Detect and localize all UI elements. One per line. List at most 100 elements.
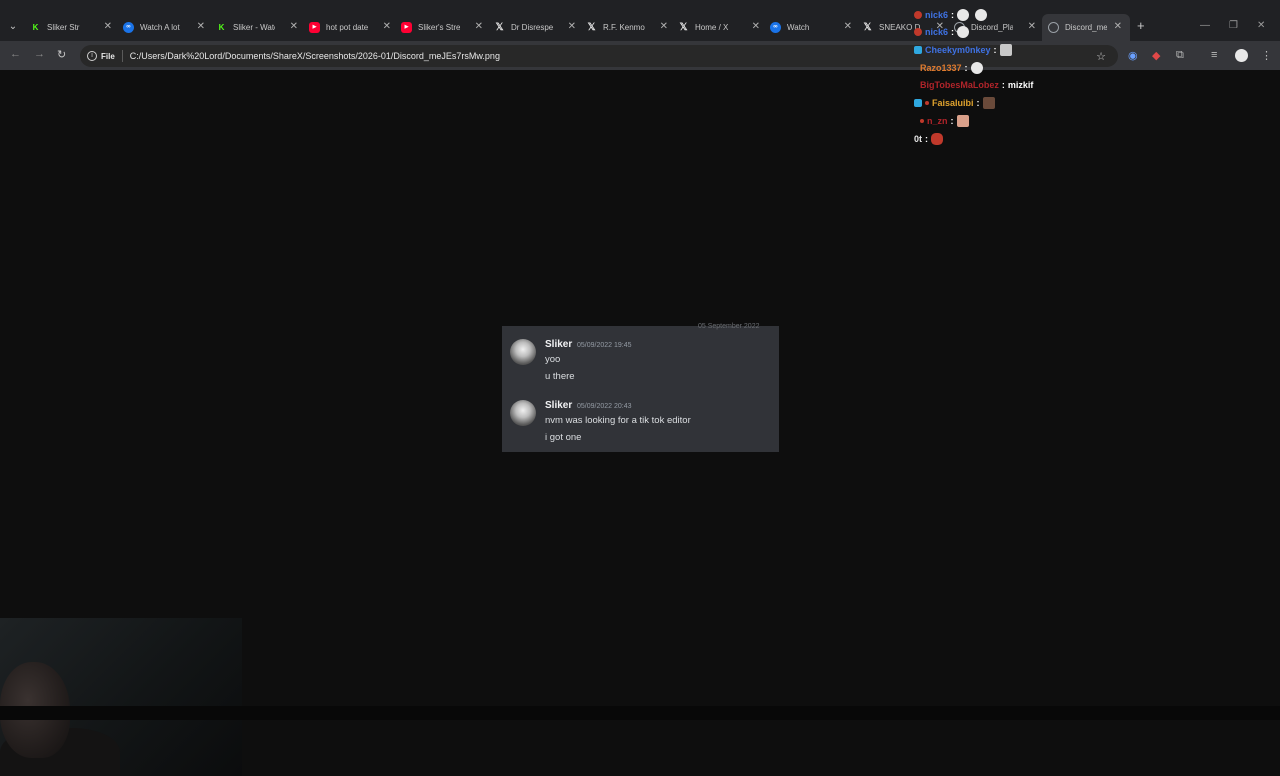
close-icon[interactable]: ✕ [844, 21, 852, 32]
close-icon[interactable]: ✕ [1028, 21, 1036, 32]
kick-icon: K [218, 22, 225, 32]
close-icon[interactable]: ✕ [104, 21, 112, 32]
tab-label: Watch [787, 22, 810, 32]
emote-icon [957, 26, 970, 38]
bottom-edge [0, 706, 1280, 720]
timestamp: 05/09/2022 20:43 [577, 403, 632, 410]
avatar [510, 400, 536, 426]
emote-icon [956, 115, 969, 127]
tab-6[interactable]: 𝕏 Dr Disrespec ✕ [494, 16, 576, 38]
puzzle-icon[interactable]: ⧉ [1176, 49, 1184, 62]
chat-username: BigTobesMaLobez [920, 80, 999, 90]
chat-colon: : [993, 45, 997, 55]
badge-icon [914, 46, 922, 54]
message-line: nvm was looking for a tik tok editor [545, 415, 691, 426]
avatar [510, 339, 536, 365]
x-icon: 𝕏 [679, 21, 688, 33]
youtube-icon: ▶ [309, 21, 320, 33]
new-tab-button[interactable]: + [1137, 18, 1145, 33]
media-controls-icon[interactable]: ≡ [1211, 49, 1217, 61]
back-arrow-icon[interactable]: ← [10, 48, 21, 60]
chat-colon: : [964, 63, 968, 73]
tab-label: Discord_Play [971, 22, 1013, 32]
tab-label: R.F. Kenmon [603, 22, 645, 32]
chat-username: n_zn [927, 116, 948, 126]
emote-icon [957, 9, 970, 21]
chat-message: BigTobesMaLobez : mizkif [914, 80, 1033, 90]
menu-icon[interactable]: ⋮ [1261, 49, 1272, 62]
badge-icon [914, 11, 922, 19]
chat-colon: : [951, 10, 955, 20]
chat-username: Razo1337 [920, 63, 962, 73]
chat-message: nick6 : [914, 26, 970, 38]
bookmark-star-icon[interactable]: ☆ [1096, 50, 1106, 63]
globe-icon: ∞ [123, 21, 134, 33]
forward-arrow-icon[interactable]: → [34, 48, 45, 60]
badge-icon [914, 99, 922, 107]
close-icon[interactable]: ✕ [568, 21, 576, 32]
url-text[interactable]: C:/Users/Dark%20Lord/Documents/ShareX/Sc… [130, 51, 500, 61]
close-icon[interactable]: ✕ [475, 21, 483, 32]
close-icon[interactable]: ✕ [383, 21, 391, 32]
globe-icon [1048, 22, 1059, 33]
extension-icon[interactable]: ◉ [1128, 49, 1138, 62]
date-divider: 05 September 2022 [698, 323, 760, 330]
chat-message: Razo1337 : [914, 62, 983, 74]
maximize-icon[interactable]: ❐ [1229, 20, 1238, 31]
scheme-label: File [101, 51, 115, 61]
tab-8[interactable]: 𝕏 Home / X ✕ [678, 16, 760, 38]
webcam-overlay [0, 618, 242, 776]
tab-9[interactable]: ∞ Watch ✕ [770, 16, 852, 38]
profile-avatar[interactable] [1235, 49, 1248, 62]
chat-colon: : [951, 27, 955, 37]
tab-5[interactable]: ▶ Sliker's Strea ✕ [401, 16, 483, 38]
chat-colon: : [976, 98, 980, 108]
tab-strip: ⌄ K Sliker Str ✕ ∞ Watch A lot ✕ K Slike… [0, 0, 1280, 41]
tab-label: Dr Disrespec [511, 22, 553, 32]
tab-1[interactable]: K Sliker Str ✕ [30, 16, 112, 38]
chat-colon: : [950, 116, 954, 126]
tab-label: Watch A lot [140, 22, 180, 32]
tab-4[interactable]: ▶ hot pot date ✕ [309, 16, 391, 38]
chat-message: Cheekym0nkey : [914, 44, 1012, 56]
reload-icon[interactable]: ↻ [57, 48, 66, 61]
close-icon[interactable]: ✕ [1114, 21, 1122, 32]
browser-toolbar: ← → ↻ i File C:/Users/Dark%20Lord/Docume… [0, 41, 1280, 70]
close-icon[interactable]: ✕ [660, 21, 668, 32]
tab-3[interactable]: K Sliker - Watc ✕ [216, 16, 298, 38]
tab-7[interactable]: 𝕏 R.F. Kenmon ✕ [586, 16, 668, 38]
tab-label: Sliker - Watc [233, 22, 275, 32]
chat-username: nick6 [925, 27, 949, 37]
tab-label: Discord_me [1065, 23, 1107, 32]
chat-text: mizkif [1007, 80, 1034, 90]
close-icon[interactable]: ✕ [197, 21, 205, 32]
chat-message: 0t : [914, 133, 944, 145]
x-icon: 𝕏 [587, 21, 596, 33]
tab-search-chevron-icon[interactable]: ⌄ [4, 18, 22, 36]
badge-icon [925, 101, 929, 105]
author-name: Sliker [545, 400, 573, 411]
message-line: u there [545, 371, 575, 382]
minimize-icon[interactable]: — [1200, 20, 1210, 31]
chat-message: nick6 : [914, 9, 988, 21]
chat-username: Cheekym0nkey [925, 45, 991, 55]
tab-label: Home / X [695, 22, 729, 32]
info-icon[interactable]: i [87, 51, 97, 61]
extension-icon[interactable]: ◆ [1152, 49, 1160, 62]
close-icon[interactable]: ✕ [290, 21, 298, 32]
emote-icon [975, 9, 988, 21]
emote-icon [982, 97, 995, 109]
x-icon: 𝕏 [863, 21, 872, 33]
timestamp: 05/09/2022 19:45 [577, 342, 632, 349]
chat-username: nick6 [925, 10, 949, 20]
tab-12-active[interactable]: Discord_me ✕ [1042, 14, 1130, 41]
close-window-icon[interactable]: ✕ [1257, 20, 1265, 31]
close-icon[interactable]: ✕ [752, 21, 760, 32]
emote-icon [931, 133, 944, 145]
badge-icon [920, 119, 924, 123]
tab-label: hot pot date [326, 22, 368, 32]
tab-2[interactable]: ∞ Watch A lot ✕ [123, 16, 205, 38]
emote-icon [999, 44, 1012, 56]
chat-colon: : [1001, 80, 1005, 90]
chat-username: Faisaluibi [932, 98, 974, 108]
